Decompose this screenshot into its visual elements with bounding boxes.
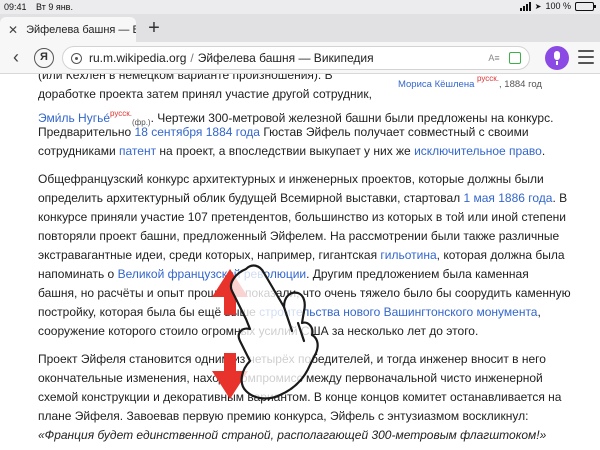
reader-mode-icon[interactable]: A≡ bbox=[487, 51, 501, 65]
new-tab-button[interactable]: + bbox=[142, 17, 166, 41]
url-domain: ru.m.wikipedia.org bbox=[89, 51, 187, 65]
text-fragment: . В bbox=[552, 191, 568, 205]
browser-tab[interactable]: ✕ Эйфелева башня — Ви bbox=[0, 17, 136, 42]
voice-assistant-button[interactable] bbox=[545, 46, 569, 70]
text-fragment: напоминать о bbox=[38, 267, 118, 281]
signal-icon bbox=[519, 1, 531, 11]
text-fragment: определить архитектурный облик будущей В… bbox=[38, 191, 464, 205]
site-info-icon[interactable] bbox=[71, 52, 82, 64]
protect-shield-icon[interactable] bbox=[509, 52, 521, 64]
url-page-title: Эйфелева башня — Википедия bbox=[197, 51, 374, 65]
text-line: экстравагантные идеи, среди которых, нап… bbox=[38, 246, 566, 265]
back-button[interactable]: ‹ bbox=[6, 46, 26, 68]
article-content: (или Кёхлен в немецком варианте произнош… bbox=[0, 74, 600, 450]
location-icon: ➤ bbox=[534, 1, 542, 11]
status-time: 09:41 bbox=[4, 2, 27, 12]
text-line: доработке проекта затем принял участие д… bbox=[38, 87, 372, 101]
menu-icon[interactable] bbox=[578, 50, 594, 64]
quote-line: «Франция будет единственной страной, рас… bbox=[38, 428, 547, 442]
text-fragment: , которая должна была bbox=[436, 248, 565, 262]
text-line: повторяли проект башни, предложенный Эйф… bbox=[38, 229, 560, 243]
address-row: ‹ Я ru.m.wikipedia.org / Эйфелева башня … bbox=[0, 42, 600, 74]
text-line: Общефранцузский конкурс архитектурных и … bbox=[38, 172, 544, 186]
superscript: русск. bbox=[110, 109, 132, 118]
tab-bar: ✕ Эйфелева башня — Ви + bbox=[0, 14, 600, 42]
battery-icon bbox=[575, 1, 596, 11]
text-fragment: на проект, а впоследствии выкупает у них… bbox=[156, 144, 415, 158]
status-indicators: ➤ 100 % bbox=[519, 1, 596, 11]
text-line: конкурсе приняли участие 107 претенденто… bbox=[38, 210, 566, 224]
text-fragment: . Другим предложением была каменная bbox=[306, 267, 529, 281]
text-fragment: сотрудниками bbox=[38, 144, 119, 158]
text-line: Проект Эйфеля становится одним из четырё… bbox=[38, 352, 546, 366]
text-line: определить архитектурный облик будущей В… bbox=[38, 189, 568, 208]
text-line: плане Эйфеля. Завоевав первую премию кон… bbox=[38, 409, 529, 423]
tab-title: Эйфелева башня — Ви bbox=[26, 23, 136, 36]
text-line: Предварительно 18 сентября 1884 года Гюс… bbox=[38, 123, 566, 142]
text-fragment: , bbox=[537, 305, 541, 319]
text-fragment: . bbox=[541, 144, 546, 158]
battery-percent: 100 % bbox=[545, 1, 571, 11]
yandex-logo-button[interactable]: Я bbox=[34, 48, 54, 68]
address-actions: A≡ bbox=[487, 51, 521, 65]
text-line: схемой конструкции и декоративным вариан… bbox=[38, 390, 562, 404]
address-field[interactable]: ru.m.wikipedia.org / Эйфелева башня — Ви… bbox=[62, 46, 530, 70]
text-line: постройку, которая была бы ещё выше стро… bbox=[38, 303, 566, 322]
tab-close-icon[interactable]: ✕ bbox=[8, 23, 18, 37]
text-line: окончательные изменения, находя компроми… bbox=[38, 371, 543, 385]
paragraph-3: Проект Эйфеля становится одним из четырё… bbox=[38, 350, 566, 445]
text-line: сотрудниками патент на проект, а впослед… bbox=[38, 142, 566, 161]
paragraph-1: доработке проекта затем принял участие д… bbox=[38, 85, 566, 161]
text-fragment: экстравагантные идеи, среди которых, нап… bbox=[38, 248, 381, 262]
link-patent[interactable]: патент bbox=[119, 144, 156, 158]
link-washington-monument[interactable]: строительства нового Вашингтонского мону… bbox=[259, 305, 537, 319]
text-fragment: постройку, которая была бы ещё выше bbox=[38, 305, 260, 319]
link-date-1886[interactable]: 1 мая 1886 года bbox=[463, 191, 552, 205]
footnote-sup: русск. bbox=[477, 74, 500, 83]
status-bar: 09:41 Вт 9 янв. ➤ 100 % bbox=[0, 0, 600, 14]
text-line: сооружение которого стоило огромных усил… bbox=[38, 324, 479, 338]
url-separator: / bbox=[190, 51, 194, 65]
text-fragment: Предварительно bbox=[38, 125, 135, 139]
text-line: Эми́ль Нугьéрусск.(фр.). Чертежи 300-мет… bbox=[38, 104, 566, 127]
link-date-1884[interactable]: 18 сентября 1884 года bbox=[135, 125, 260, 139]
link-guillotine[interactable]: гильотина bbox=[380, 248, 436, 262]
text-line: напоминать о Великой французской революц… bbox=[38, 265, 566, 284]
text-fragment: Гюстав Эйфель получает совместный с свои… bbox=[259, 125, 529, 139]
link-exclusive-right[interactable]: исключительное право bbox=[414, 144, 542, 158]
paragraph-2: Общефранцузский конкурс архитектурных и … bbox=[38, 170, 571, 341]
status-date: Вт 9 янв. bbox=[36, 2, 73, 12]
text-line: башня, но расчёты и опыт прошлого показа… bbox=[38, 286, 571, 300]
link-french-revolution[interactable]: Великой французской революции bbox=[118, 267, 307, 281]
